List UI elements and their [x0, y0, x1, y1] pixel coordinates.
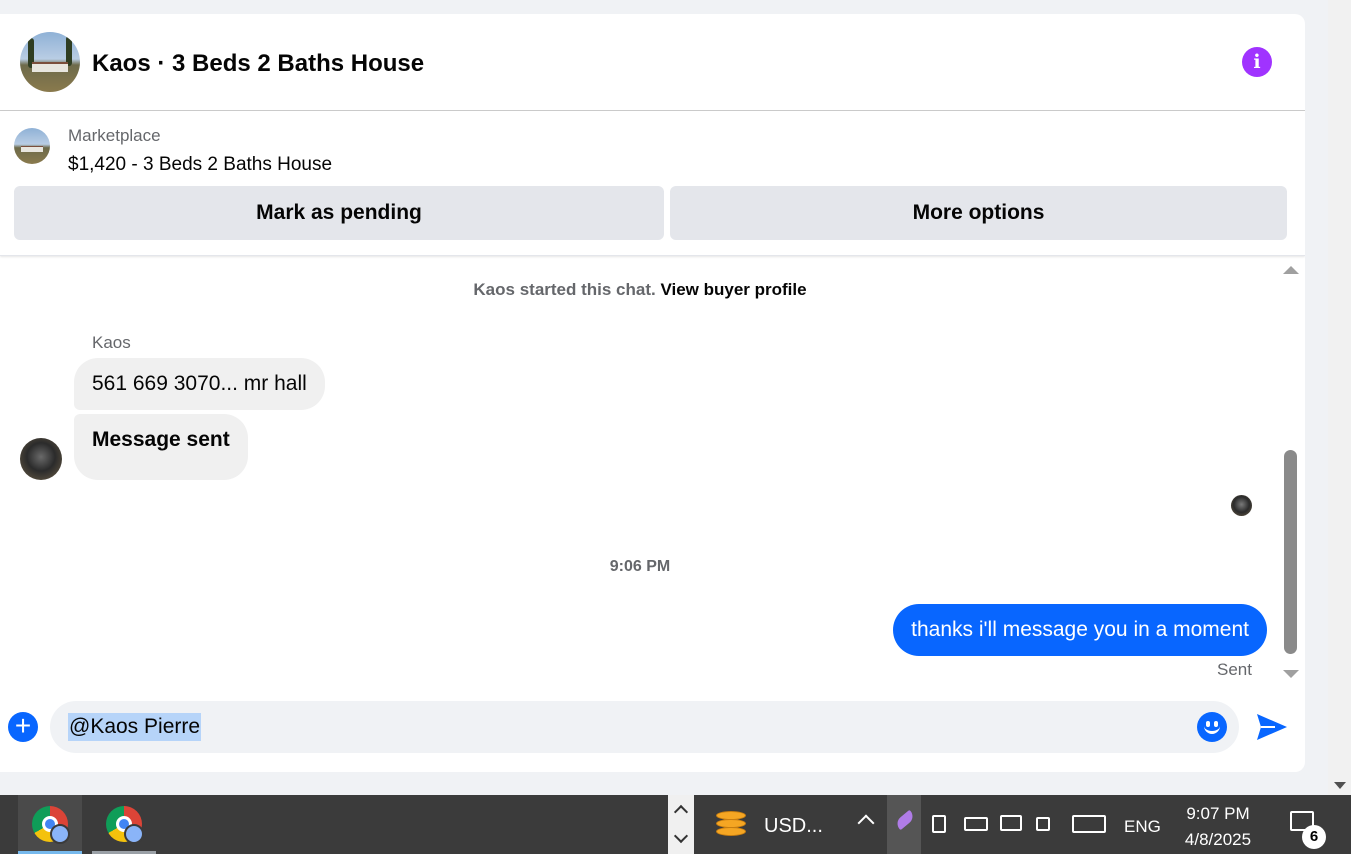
chat-started-notice: Kaos started this chat. View buyer profi… — [0, 280, 1280, 300]
listing-title[interactable]: $1,420 - 3 Beds 2 Baths House — [68, 154, 332, 176]
language-indicator[interactable]: ENG — [1124, 817, 1161, 837]
chat-header: Kaos · 3 Beds 2 Baths House i — [0, 14, 1305, 111]
emoji-icon[interactable] — [1197, 712, 1227, 742]
house-shape — [21, 146, 43, 152]
taskbar-scroll[interactable] — [668, 795, 694, 854]
plus-icon[interactable]: + — [8, 712, 38, 742]
more-options-button[interactable]: More options — [670, 186, 1287, 240]
page-scrollbar[interactable] — [1328, 0, 1351, 795]
scroll-down-arrow-icon[interactable] — [1334, 782, 1346, 789]
coins-icon — [716, 809, 746, 839]
listing-thumbnail[interactable] — [14, 128, 50, 164]
message-composer: + @Kaos Pierre — [0, 700, 1305, 756]
message-input-text[interactable]: @Kaos Pierre — [68, 713, 202, 741]
taskbar-chrome-app[interactable] — [92, 795, 156, 854]
chevron-up-icon[interactable] — [857, 814, 875, 832]
chrome-icon — [32, 806, 70, 844]
sender-name: Kaos — [92, 333, 131, 352]
notification-count: 6 — [1302, 825, 1326, 849]
scroll-up-arrow-icon[interactable] — [1283, 266, 1299, 274]
chevron-down-icon[interactable] — [673, 828, 689, 844]
message-timestamp: 9:06 PM — [609, 558, 671, 575]
chat-started-text: Kaos started this chat. — [473, 280, 656, 299]
taskbar-chrome-app[interactable] — [18, 795, 82, 854]
sent-status: Sent — [1217, 660, 1252, 679]
message-input[interactable]: @Kaos Pierre — [50, 701, 1239, 753]
house-shape — [32, 62, 68, 72]
chat-title[interactable]: Kaos · 3 Beds 2 Baths House — [92, 50, 424, 78]
scroll-down-arrow-icon[interactable] — [1283, 670, 1299, 678]
profile-badge-icon — [124, 824, 144, 844]
clock-date: 4/8/2025 — [1184, 830, 1252, 849]
camera-icon[interactable] — [932, 815, 946, 833]
incoming-message[interactable]: 561 669 3070... mr hall — [74, 358, 325, 410]
listing-source: Marketplace — [68, 126, 161, 145]
message-list[interactable]: Kaos started this chat. View buyer profi… — [0, 256, 1305, 686]
chevron-up-icon[interactable] — [673, 804, 689, 820]
taskbar-apps — [0, 795, 668, 854]
sender-avatar[interactable] — [20, 438, 62, 480]
mark-pending-button[interactable]: Mark as pending — [14, 186, 664, 240]
info-icon[interactable]: i — [1242, 47, 1272, 77]
chat-window: Kaos · 3 Beds 2 Baths House i Marketplac… — [0, 14, 1305, 772]
currency-widget[interactable]: USD... — [694, 795, 844, 854]
pen-tray-button[interactable] — [887, 795, 921, 854]
network-icon[interactable] — [1000, 815, 1022, 831]
taskbar: USD... ENG 9:07 PM 4/8/2025 6 — [0, 795, 1351, 854]
keyboard-icon[interactable] — [1072, 815, 1106, 833]
listing-panel: Marketplace $1,420 - 3 Beds 2 Baths Hous… — [0, 111, 1305, 256]
emoji-mouth — [1204, 726, 1220, 734]
incoming-message[interactable]: Message sent — [74, 414, 248, 480]
clock[interactable]: 9:07 PM 4/8/2025 — [1176, 801, 1260, 853]
profile-badge-icon — [50, 824, 70, 844]
seen-avatar — [1231, 495, 1252, 516]
send-icon[interactable] — [1255, 712, 1289, 742]
feather-icon — [894, 809, 916, 831]
scrollbar-thumb[interactable] — [1284, 450, 1297, 654]
outgoing-message[interactable]: thanks i'll message you in a moment — [893, 604, 1267, 656]
battery-icon[interactable] — [964, 817, 988, 831]
chrome-icon — [106, 806, 144, 844]
view-buyer-profile-link[interactable]: View buyer profile — [660, 280, 806, 299]
volume-icon[interactable] — [1036, 817, 1050, 831]
message-scrollbar[interactable] — [1280, 262, 1301, 682]
listing-avatar[interactable] — [20, 32, 80, 92]
widget-text: USD... — [764, 815, 823, 837]
clock-time: 9:07 PM — [1186, 804, 1250, 823]
